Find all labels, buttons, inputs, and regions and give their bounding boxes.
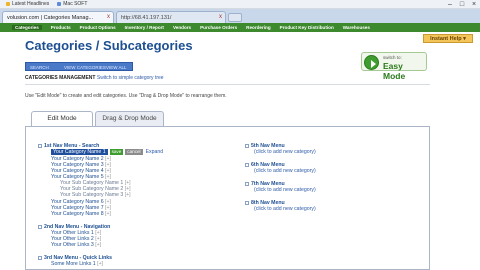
cancel-button[interactable]: cancel: [125, 149, 143, 156]
view-categories-tool[interactable]: VIEW CATEGORIES: [64, 65, 106, 70]
tab-title: volusion.com | Categories Manag...: [7, 15, 94, 21]
nav-categories[interactable]: Categories: [12, 25, 42, 30]
add-category-link[interactable]: (click to add new category): [254, 168, 316, 174]
tab-drag-drop-mode[interactable]: Drag & Drop Mode: [95, 111, 164, 126]
expand-icon[interactable]: [245, 143, 249, 148]
tab-edit-mode[interactable]: Edit Mode: [31, 111, 93, 126]
category-toolbar: SEARCH VIEW CATEGORIES VIEW ALL: [25, 62, 133, 71]
instant-help-button[interactable]: Instant Help ▾: [423, 34, 473, 43]
add-category-link[interactable]: (click to add new category): [254, 149, 316, 155]
page-title: Categories / Subcategories: [25, 38, 193, 53]
browser-tab-active[interactable]: volusion.com | Categories Manag... x: [2, 11, 114, 23]
expand-icon[interactable]: [245, 162, 249, 167]
link-item[interactable]: Your Other Links 3 [+]: [51, 242, 101, 248]
simple-tree-link[interactable]: Switch to simple category tree: [97, 75, 164, 81]
nav-vendors[interactable]: Vendors: [173, 25, 191, 30]
new-tab-button[interactable]: [228, 13, 242, 22]
bookmarks-bar: Latest Headlines Mac SOFT: [0, 0, 480, 9]
close-tab-icon[interactable]: x: [219, 14, 222, 20]
maximize-icon[interactable]: □: [456, 0, 468, 9]
browser-tab[interactable]: http://68.41.197.131/ x: [116, 11, 226, 23]
bookmark-item[interactable]: Mac SOFT: [57, 1, 87, 7]
arrow-right-icon: [364, 55, 379, 70]
nav-product-options[interactable]: Product Options: [80, 25, 116, 30]
category-item[interactable]: Your Category Name 8 [+]: [51, 211, 111, 217]
search-tool[interactable]: SEARCH: [30, 65, 49, 70]
view-all-tool[interactable]: VIEW ALL: [106, 65, 127, 70]
nav-warehouses[interactable]: Warehouses: [343, 25, 370, 30]
nav-product-key[interactable]: Product Key Distribution: [280, 25, 334, 30]
nav-products[interactable]: Products: [51, 25, 71, 30]
screen: Latest Headlines Mac SOFT – □ × volusion…: [0, 0, 480, 270]
link-item[interactable]: Some More Links 1 [+]: [51, 261, 103, 267]
add-category-link[interactable]: (click to add new category): [254, 206, 316, 212]
browser-tab-strip: volusion.com | Categories Manag... x htt…: [0, 9, 480, 23]
close-window-icon[interactable]: ×: [468, 0, 480, 9]
minimize-icon[interactable]: –: [444, 0, 456, 9]
collapse-icon[interactable]: [38, 224, 42, 229]
collapse-icon[interactable]: [38, 255, 42, 260]
subcategory-item[interactable]: Your Sub Category Name 3 [+]: [60, 192, 131, 198]
collapse-icon[interactable]: [38, 143, 42, 148]
close-tab-icon[interactable]: x: [107, 14, 110, 20]
nav-reordering[interactable]: Reordering: [246, 25, 271, 30]
nav-purchase-orders[interactable]: Purchase Orders: [200, 25, 237, 30]
rss-icon: [6, 1, 10, 6]
tab-title: http://68.41.197.131/: [121, 15, 172, 21]
folder-icon: [57, 1, 62, 6]
expand-icon[interactable]: [245, 181, 249, 186]
easy-mode-button[interactable]: switch to: Easy Mode: [361, 52, 427, 81]
expand-icon[interactable]: [245, 200, 249, 205]
category-name-input[interactable]: Your Category Name 1: [51, 149, 108, 155]
add-category-link[interactable]: (click to add new category): [254, 187, 316, 193]
divider: [25, 84, 430, 85]
bookmark-item[interactable]: Latest Headlines: [6, 1, 49, 7]
nav-inventory[interactable]: Inventory / Report: [125, 25, 164, 30]
save-button[interactable]: save: [109, 149, 124, 156]
instructions: Use "Edit Mode" to create and edit categ…: [25, 93, 227, 99]
expand-link[interactable]: Expand: [146, 149, 164, 155]
category-edit-row: Your Category Name 1 save cancel Expand: [51, 149, 164, 156]
management-heading: CATEGORIES MANAGEMENT Switch to simple c…: [25, 75, 164, 81]
admin-nav: Categories Products Product Options Inve…: [0, 23, 480, 32]
